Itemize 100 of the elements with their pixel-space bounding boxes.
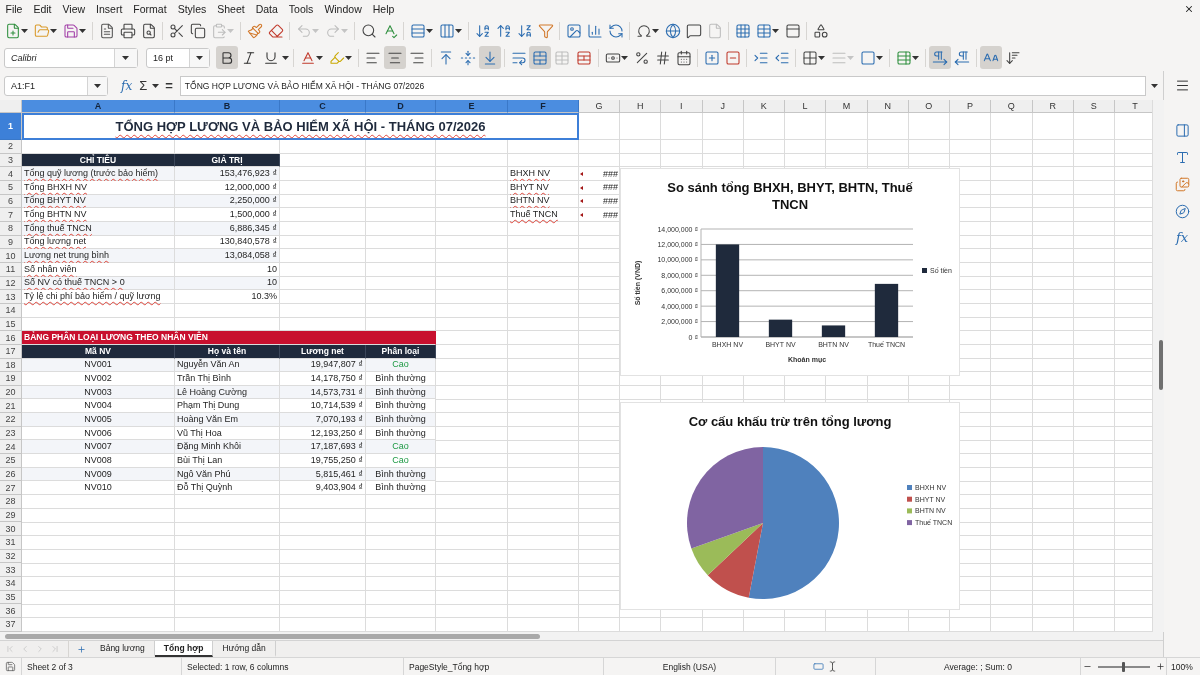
clipboard-icon[interactable] [210,23,227,39]
font-name-field[interactable]: Calibri [4,47,138,68]
align-bottom-button[interactable] [479,46,501,69]
type-icon[interactable] [1174,150,1190,165]
language[interactable]: English (USA) [662,661,717,672]
sheet-tab[interactable]: Tổng hợp [154,641,214,657]
column-header[interactable]: R [1032,100,1074,113]
column-header[interactable]: C [280,100,366,113]
menu-icon[interactable] [1174,78,1190,93]
sort-descending-icon[interactable] [516,23,533,39]
row-header[interactable]: 25 [0,454,22,468]
caret-icon[interactable] [1151,83,1158,88]
align-center-button[interactable] [384,46,406,69]
document-magnifier-icon[interactable] [140,23,157,39]
name-box[interactable]: A1:F1 [4,75,108,96]
shapes-icon[interactable] [812,23,829,39]
hash-icon[interactable] [654,49,671,66]
sum-button[interactable]: Σ [139,78,148,93]
caret-icon[interactable] [152,83,160,88]
images-icon[interactable] [1174,177,1190,192]
row-header[interactable]: 2 [0,140,22,154]
row-header[interactable]: 28 [0,495,22,509]
menu-item[interactable]: Help [367,2,400,16]
column-header[interactable]: F [508,100,579,113]
scrollbar-thumb[interactable] [5,633,540,639]
caret-icon[interactable] [620,55,628,60]
caret-icon[interactable] [817,55,825,60]
row-header[interactable]: 33 [0,563,22,577]
caret-icon[interactable] [49,29,57,33]
row-header[interactable]: 4 [0,167,22,181]
column-header[interactable]: D [366,100,436,113]
column-header[interactable]: M [826,100,868,113]
row-header[interactable]: 22 [0,413,22,427]
page-style[interactable]: PageStyle_Tổng hợp [409,661,490,672]
column-header[interactable]: B [175,100,280,113]
caret-icon[interactable] [454,29,462,33]
column-header[interactable]: T [1115,100,1152,113]
sort-ascending-icon[interactable] [495,23,512,39]
menu-item[interactable]: Insert [90,2,128,16]
slider-thumb[interactable] [1122,661,1125,672]
column-header[interactable]: S [1073,100,1115,113]
formula-button[interactable]: = [165,78,173,93]
letters-button[interactable] [980,46,1002,69]
plus-icon[interactable] [1155,662,1165,671]
column-header[interactable]: K [743,100,785,113]
column-header[interactable]: I [661,100,703,113]
grid-icon[interactable] [801,49,818,66]
caret-icon[interactable] [651,29,659,33]
row-header[interactable]: 7 [0,208,22,222]
caret-icon[interactable] [425,29,433,33]
column-header[interactable]: Q [991,100,1033,113]
row-header[interactable]: 10 [0,249,22,263]
printer-icon[interactable] [119,23,136,39]
column-header[interactable]: L [785,100,827,113]
image-icon[interactable] [565,23,582,39]
caret-icon[interactable] [282,55,289,60]
bold-button[interactable] [216,46,238,69]
column-header[interactable]: P [950,100,992,113]
caret-icon[interactable] [315,55,323,60]
font-size-field[interactable]: 16 pt [146,47,210,68]
caret-icon[interactable] [911,55,919,60]
speech-bubble-icon[interactable] [685,23,702,39]
row-header[interactable]: 1 [0,113,22,140]
panel-icon[interactable] [1174,123,1190,138]
caret-icon[interactable] [78,29,86,33]
percent-icon[interactable] [633,49,650,66]
function-wizard-button[interactable]: fx [121,78,133,93]
globe-icon[interactable] [664,23,681,39]
sort-icon[interactable] [474,23,491,39]
copy-icon[interactable] [189,23,206,39]
menu-item[interactable]: Data [250,2,284,16]
calendar-icon[interactable] [675,49,692,66]
caret-icon[interactable] [93,83,101,88]
bar-chart-icon[interactable] [586,23,603,39]
caret-icon[interactable] [122,55,129,60]
menu-item[interactable]: Edit [27,2,57,16]
functions-button[interactable]: fx [1175,231,1189,244]
eraser-icon[interactable] [267,23,284,39]
caret-icon[interactable] [20,29,28,33]
caret-icon[interactable] [344,55,352,60]
menu-item[interactable]: View [57,2,91,16]
scissors-icon[interactable] [168,23,185,39]
menu-item[interactable]: File [0,2,28,16]
menu-item[interactable]: Tools [283,2,319,16]
omega-icon[interactable] [635,23,652,39]
text-color-icon[interactable] [299,49,316,66]
row-header[interactable]: 31 [0,536,22,550]
column-header[interactable]: G [579,100,620,113]
column-header[interactable]: J [702,100,744,113]
caret-icon[interactable] [875,55,883,60]
menu-item[interactable]: Window [318,2,368,16]
menu-item[interactable]: Styles [172,2,212,16]
square-minus-icon[interactable] [724,49,741,66]
column-header[interactable]: N [867,100,909,113]
row-header[interactable]: 16 [0,331,22,345]
panel-top-icon[interactable] [784,23,801,39]
refresh-arrows-icon[interactable] [607,23,624,39]
row-header[interactable]: 36 [0,604,22,618]
row-header[interactable]: 34 [0,577,22,591]
grid-icon[interactable] [734,23,751,39]
